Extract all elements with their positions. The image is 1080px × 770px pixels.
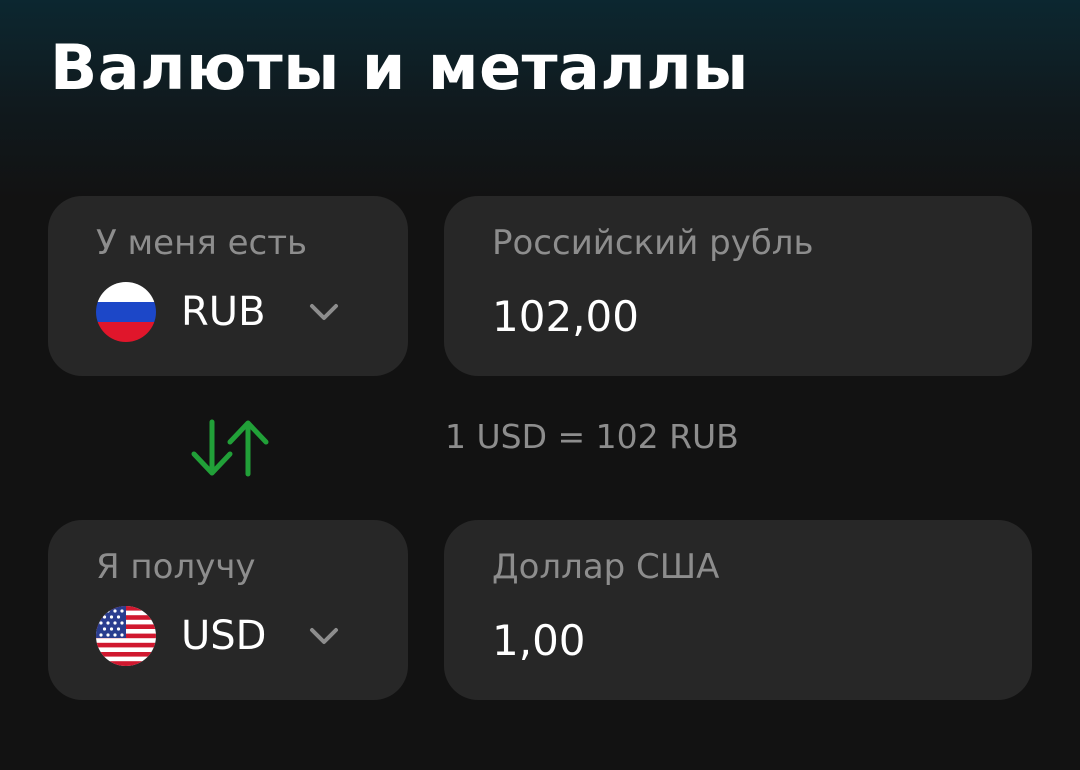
from-currency-name: Российский рубль <box>492 223 814 263</box>
from-currency-code: RUB <box>181 289 266 335</box>
from-amount-value[interactable]: 102,00 <box>492 290 639 344</box>
swap-currencies-button[interactable] <box>186 412 272 484</box>
from-amount-field[interactable]: Российский рубль 102,00 <box>444 196 1032 376</box>
usa-flag-icon <box>96 606 156 666</box>
from-label: У меня есть <box>96 223 308 263</box>
chevron-down-icon <box>306 298 342 326</box>
to-amount-field[interactable]: Доллар США 1,00 <box>444 520 1032 700</box>
to-currency-selector[interactable]: Я получу USD <box>48 520 408 700</box>
to-label: Я получу <box>96 547 256 587</box>
russia-flag-icon <box>96 282 156 342</box>
exchange-rate: 1 USD = 102 RUB <box>445 417 739 456</box>
to-currency-code: USD <box>181 613 267 659</box>
swap-arrows-icon <box>191 419 269 477</box>
chevron-down-icon <box>306 622 342 650</box>
page-title: Валюты и металлы <box>50 31 749 104</box>
to-amount-value[interactable]: 1,00 <box>492 614 586 668</box>
from-currency-selector[interactable]: У меня есть RUB <box>48 196 408 376</box>
to-currency-name: Доллар США <box>492 547 720 587</box>
